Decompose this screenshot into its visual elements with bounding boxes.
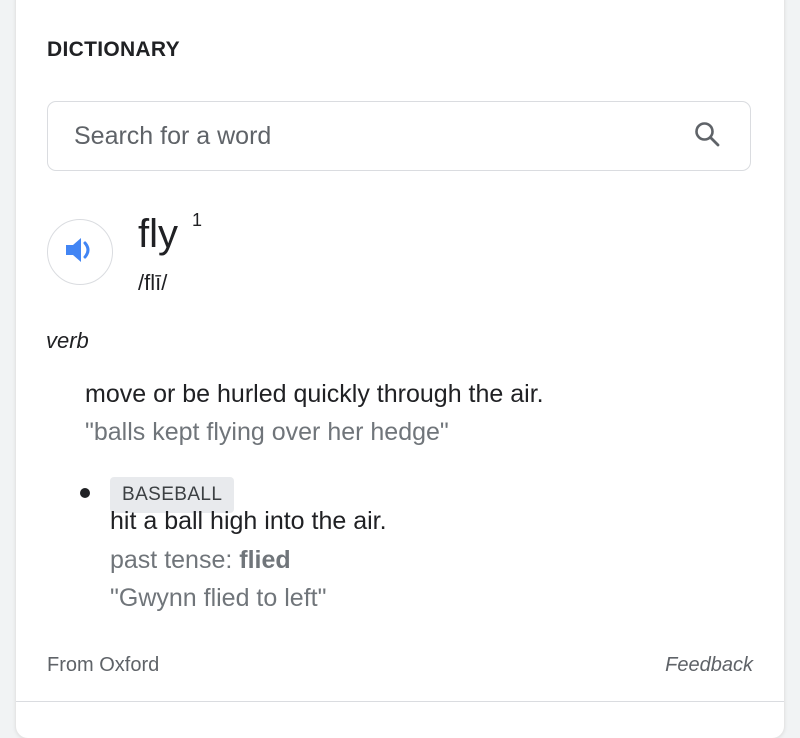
search-button[interactable]	[692, 121, 722, 151]
bullet-point	[80, 488, 90, 498]
dictionary-card: DICTIONARY fly 1 /flī/ verb move or be h…	[16, 0, 784, 738]
search-box[interactable]	[47, 101, 751, 171]
source-attribution: From Oxford	[47, 654, 160, 676]
example-1: "balls kept flying over her hedge"	[85, 418, 449, 446]
volume-icon	[63, 233, 97, 272]
past-tense-line: past tense: flied	[110, 546, 291, 575]
search-input[interactable]	[72, 115, 692, 157]
headword: fly	[138, 212, 178, 256]
definition-2: hit a ball high into the air.	[110, 507, 387, 535]
search-icon	[693, 120, 721, 153]
definition-1: move or be hurled quickly through the ai…	[85, 380, 544, 408]
homograph-index: 1	[192, 210, 203, 230]
footer-divider	[16, 701, 784, 702]
feedback-link[interactable]: Feedback	[665, 654, 753, 677]
phonetic-spelling: /flī/	[138, 270, 168, 295]
card-heading: DICTIONARY	[47, 38, 180, 61]
part-of-speech: verb	[46, 328, 89, 353]
past-tense-label: past tense:	[110, 546, 240, 574]
example-2: "Gwynn flied to left"	[110, 584, 327, 612]
past-tense-value: flied	[239, 546, 291, 574]
pronunciation-button[interactable]	[47, 219, 113, 285]
